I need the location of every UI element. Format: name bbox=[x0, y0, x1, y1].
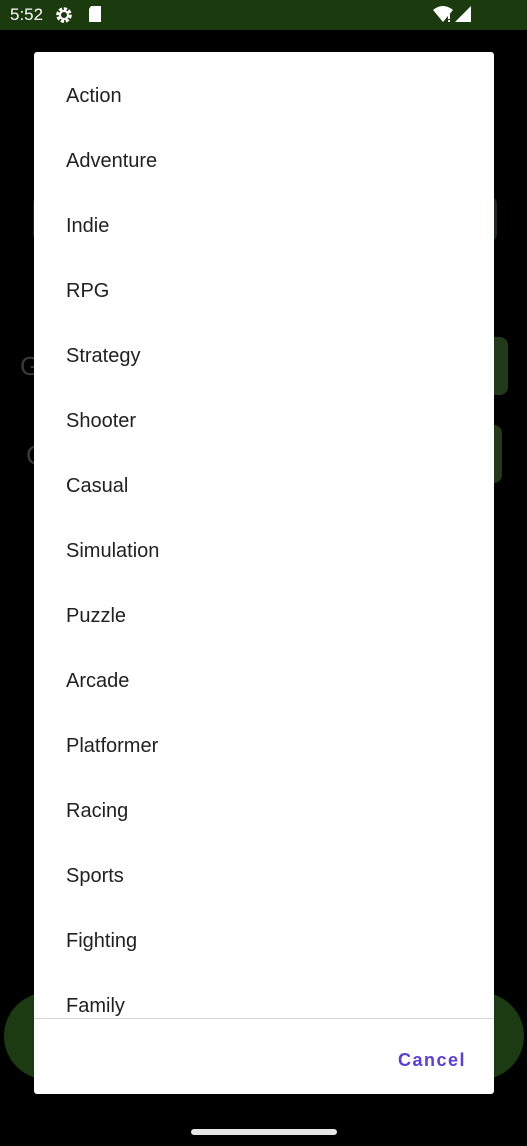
genre-picker-dialog: Action Adventure Indie RPG Strategy Shoo… bbox=[34, 52, 494, 1094]
genre-item-arcade[interactable]: Arcade bbox=[34, 649, 494, 714]
genre-item-platformer[interactable]: Platformer bbox=[34, 714, 494, 779]
genre-item-adventure[interactable]: Adventure bbox=[34, 129, 494, 194]
genre-item-puzzle[interactable]: Puzzle bbox=[34, 584, 494, 649]
genre-item-shooter[interactable]: Shooter bbox=[34, 389, 494, 454]
status-time: 5:52 bbox=[10, 5, 44, 24]
status-bar: 5:52 bbox=[0, 0, 527, 30]
genre-item-rpg[interactable]: RPG bbox=[34, 259, 494, 324]
genre-item-family[interactable]: Family bbox=[34, 974, 494, 1018]
wifi-icon bbox=[432, 5, 454, 23]
cancel-button[interactable]: Cancel bbox=[396, 1042, 468, 1078]
signal-icon bbox=[454, 5, 472, 23]
genre-item-racing[interactable]: Racing bbox=[34, 779, 494, 844]
genre-item-indie[interactable]: Indie bbox=[34, 194, 494, 259]
genre-item-simulation[interactable]: Simulation bbox=[34, 519, 494, 584]
sd-card-icon bbox=[87, 5, 103, 23]
genre-list[interactable]: Action Adventure Indie RPG Strategy Shoo… bbox=[34, 52, 494, 1018]
genre-item-strategy[interactable]: Strategy bbox=[34, 324, 494, 389]
navigation-handle[interactable] bbox=[191, 1129, 337, 1135]
genre-item-fighting[interactable]: Fighting bbox=[34, 909, 494, 974]
genre-item-sports[interactable]: Sports bbox=[34, 844, 494, 909]
dialog-divider bbox=[34, 1018, 494, 1019]
genre-item-casual[interactable]: Casual bbox=[34, 454, 494, 519]
genre-item-action[interactable]: Action bbox=[34, 64, 494, 129]
gear-icon bbox=[54, 5, 74, 25]
